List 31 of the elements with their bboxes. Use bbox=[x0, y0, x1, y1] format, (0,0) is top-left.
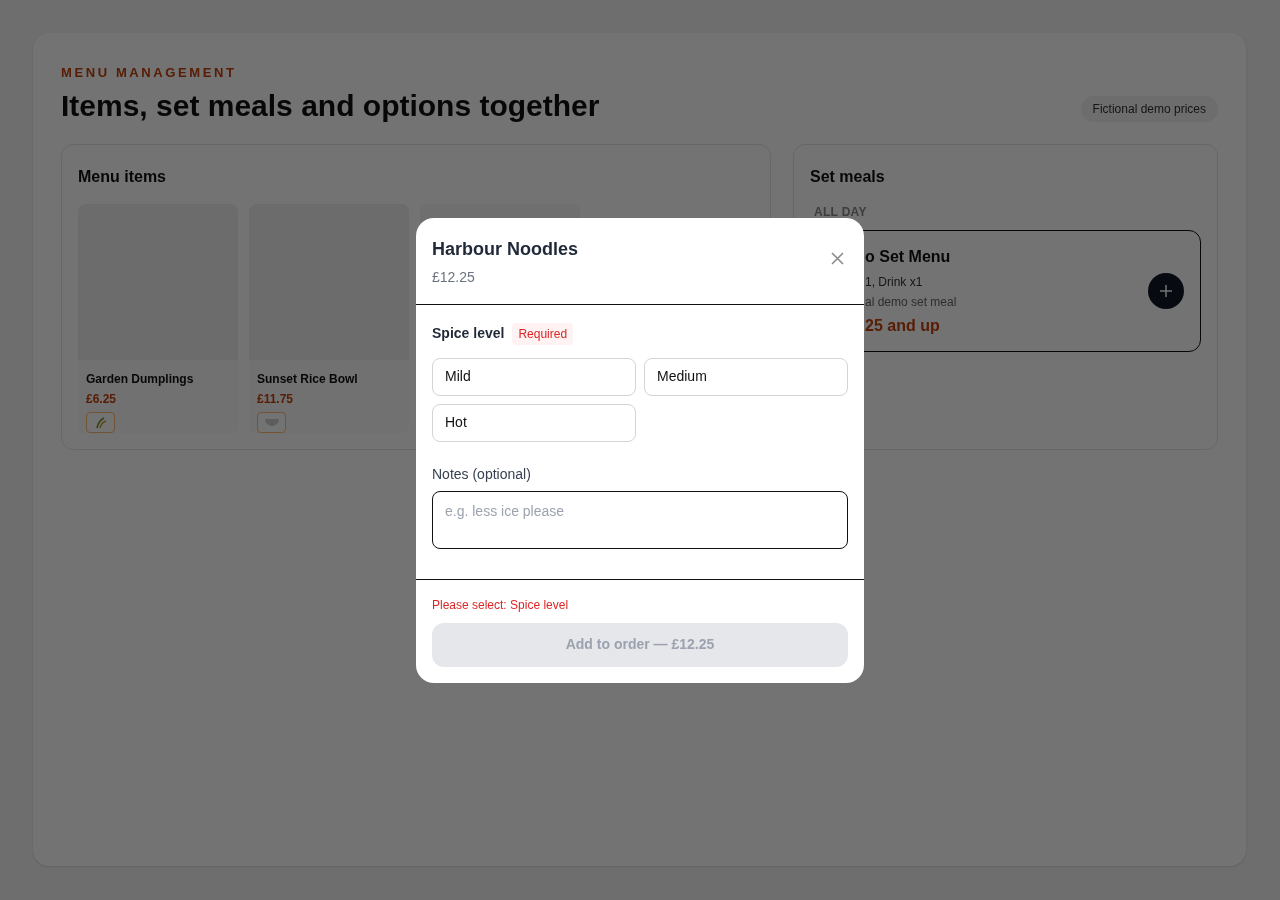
item-price: £6.25 bbox=[86, 391, 118, 408]
demo-prices-badge: Fictional demo prices bbox=[1080, 96, 1218, 122]
group-label: Spice level bbox=[432, 324, 505, 343]
leaf-icon bbox=[93, 415, 108, 430]
close-icon bbox=[831, 251, 844, 265]
dialog-price: £12.25 bbox=[432, 267, 476, 287]
dialog-title: Harbour Noodles bbox=[432, 237, 578, 261]
item-price: £11.75 bbox=[257, 391, 295, 408]
set-meal-name: o Set Menu bbox=[865, 246, 952, 267]
page-title: Items, set meals and options together bbox=[61, 87, 600, 124]
panel-title: Menu items bbox=[78, 167, 167, 187]
item-name: Garden Dumplings bbox=[86, 371, 195, 388]
set-meal-description: al demo set meal bbox=[865, 293, 957, 311]
set-meal-contents: 1, Drink x1 bbox=[865, 273, 924, 291]
eyebrow-label: MENU MANAGEMENT bbox=[61, 64, 238, 82]
plus-icon bbox=[1159, 284, 1173, 298]
set-meal-price: 25 and up bbox=[865, 315, 941, 336]
item-name: Sunset Rice Bowl bbox=[257, 371, 359, 388]
error-message: Please select: Spice level bbox=[432, 596, 570, 614]
close-button[interactable] bbox=[829, 249, 846, 267]
item-card[interactable]: Garden Dumplings £6.25 bbox=[78, 204, 238, 434]
panel-title: Set meals bbox=[810, 167, 886, 187]
add-to-order-button: Add to order — £12.25 bbox=[432, 622, 848, 667]
option-button[interactable]: Medium bbox=[644, 357, 848, 396]
notes-label: Notes (optional) bbox=[432, 464, 532, 484]
notes-field[interactable]: e.g. less ice please bbox=[432, 490, 848, 549]
option-button[interactable]: Mild bbox=[432, 357, 636, 396]
required-badge: Required bbox=[512, 322, 574, 345]
add-button[interactable] bbox=[1148, 273, 1184, 309]
option-button[interactable]: Hot bbox=[432, 403, 636, 442]
item-card[interactable]: Sunset Rice Bowl £11.75 bbox=[249, 204, 409, 434]
